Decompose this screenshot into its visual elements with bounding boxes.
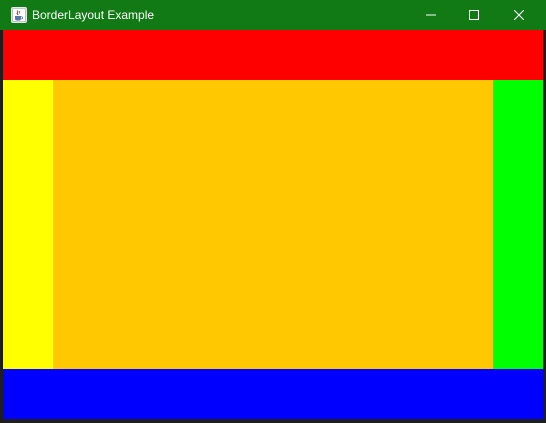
west-panel (3, 80, 53, 369)
window-title: BorderLayout Example (32, 8, 155, 22)
minimize-button[interactable] (408, 0, 454, 30)
close-icon (514, 10, 524, 20)
content-pane (3, 30, 543, 419)
maximize-icon (469, 10, 479, 20)
maximize-button[interactable] (451, 0, 497, 30)
north-panel (3, 30, 543, 80)
java-cup-icon[interactable] (11, 7, 27, 23)
app-window: BorderLayout Example (0, 0, 546, 423)
close-button[interactable] (496, 0, 542, 30)
center-panel (53, 80, 493, 369)
east-panel (493, 80, 543, 369)
title-bar[interactable]: BorderLayout Example (0, 0, 546, 30)
minimize-icon (426, 10, 436, 20)
south-panel (3, 369, 543, 419)
